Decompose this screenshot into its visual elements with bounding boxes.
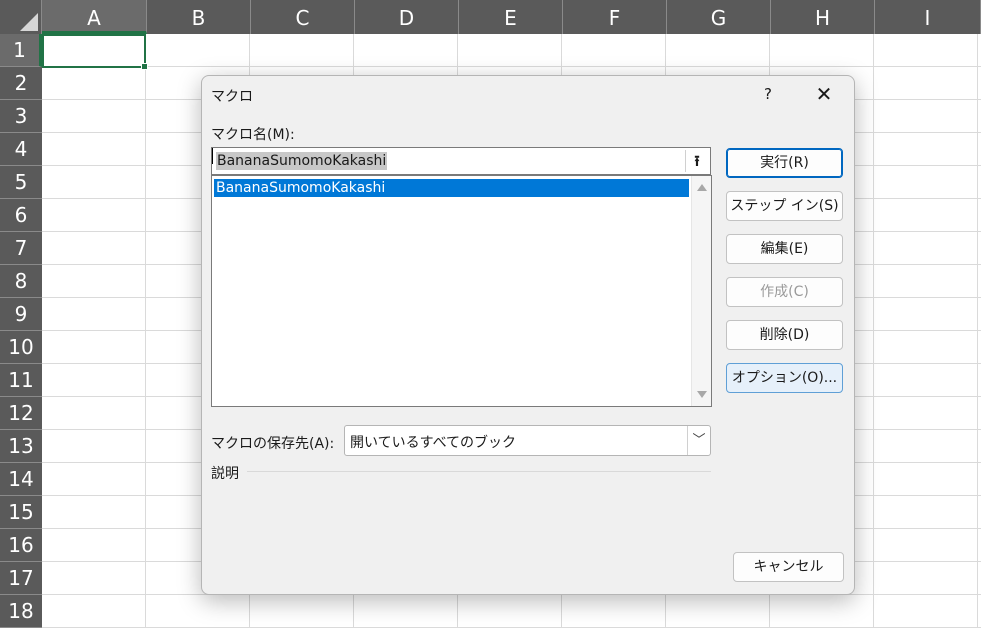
- row-header-16[interactable]: 16: [0, 529, 42, 562]
- chevron-down-icon[interactable]: ﹀: [687, 426, 710, 455]
- column-header-a[interactable]: A: [42, 0, 147, 34]
- list-scrollbar[interactable]: [691, 176, 711, 406]
- column-header-c[interactable]: C: [251, 0, 355, 34]
- row-header-12[interactable]: 12: [0, 397, 42, 430]
- select-all-icon: [20, 13, 38, 31]
- scroll-down-icon[interactable]: [697, 391, 707, 398]
- column-header-h[interactable]: H: [771, 0, 875, 34]
- delete-button[interactable]: 削除(D): [726, 320, 843, 350]
- row-header-9[interactable]: 9: [0, 298, 42, 331]
- run-button[interactable]: 実行(R): [726, 148, 843, 178]
- column-header-f[interactable]: F: [563, 0, 667, 34]
- row-header-17[interactable]: 17: [0, 562, 42, 595]
- text-caret: [212, 148, 213, 164]
- macro-name-input[interactable]: BananaSumomoKakashi ⭱: [211, 147, 711, 175]
- close-icon[interactable]: ✕: [808, 82, 840, 106]
- macro-name-value: BananaSumomoKakashi: [216, 152, 388, 170]
- options-button[interactable]: オプション(O)...: [726, 363, 843, 393]
- row-header-5[interactable]: 5: [0, 166, 42, 199]
- description-label: 説明: [211, 466, 239, 482]
- row-header-2[interactable]: 2: [0, 67, 42, 100]
- column-header-g[interactable]: G: [667, 0, 771, 34]
- row-header-4[interactable]: 4: [0, 133, 42, 166]
- help-icon[interactable]: ?: [754, 82, 782, 106]
- scroll-up-icon[interactable]: [697, 184, 707, 191]
- create-button[interactable]: 作成(C): [726, 277, 843, 307]
- row-header-8[interactable]: 8: [0, 265, 42, 298]
- macro-location-value: 開いているすべてのブック: [350, 435, 517, 451]
- row-header-18[interactable]: 18: [0, 595, 42, 628]
- column-header-i[interactable]: I: [875, 0, 981, 34]
- description-divider: [247, 471, 711, 472]
- row-header-11[interactable]: 11: [0, 364, 42, 397]
- column-header-e[interactable]: E: [459, 0, 563, 34]
- row-header-1[interactable]: 1: [0, 34, 42, 67]
- edit-button[interactable]: 編集(E): [726, 234, 843, 264]
- macro-name-label: マクロ名(M):: [211, 127, 295, 143]
- row-header-10[interactable]: 10: [0, 331, 42, 364]
- column-header-d[interactable]: D: [355, 0, 459, 34]
- select-all-corner[interactable]: [0, 0, 42, 34]
- row-header-14[interactable]: 14: [0, 463, 42, 496]
- dialog-title: マクロ: [211, 89, 253, 105]
- cancel-button[interactable]: キャンセル: [733, 552, 844, 582]
- collapse-upload-icon[interactable]: ⭱: [685, 150, 708, 172]
- row-header-15[interactable]: 15: [0, 496, 42, 529]
- macro-list[interactable]: BananaSumomoKakashi: [211, 175, 712, 407]
- row-header-6[interactable]: 6: [0, 199, 42, 232]
- macro-location-select[interactable]: 開いているすべてのブック ﹀: [344, 425, 711, 456]
- active-cell-a1[interactable]: [42, 34, 148, 70]
- list-item[interactable]: BananaSumomoKakashi: [214, 179, 689, 197]
- row-header-13[interactable]: 13: [0, 430, 42, 463]
- macro-dialog: マクロ ? ✕ マクロ名(M): BananaSumomoKakashi ⭱ B…: [201, 75, 855, 595]
- row-header-7[interactable]: 7: [0, 232, 42, 265]
- column-header-b[interactable]: B: [147, 0, 251, 34]
- macro-location-label: マクロの保存先(A):: [211, 436, 335, 452]
- row-header-3[interactable]: 3: [0, 100, 42, 133]
- step-in-button[interactable]: ステップ イン(S): [726, 191, 843, 221]
